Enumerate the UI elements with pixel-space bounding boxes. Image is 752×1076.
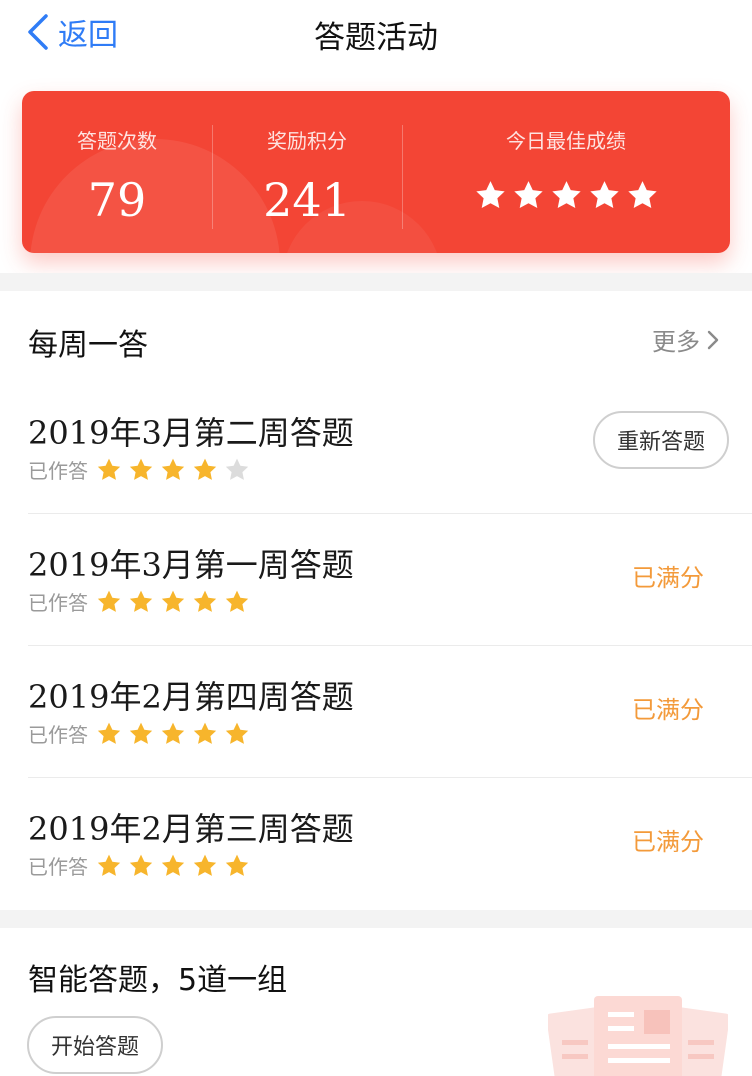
star-icon	[193, 590, 217, 612]
quiz-title: 2019年2月第四周答题	[28, 678, 354, 716]
star-icon	[225, 590, 249, 612]
stat-value: 241	[263, 173, 351, 227]
star-icon	[97, 854, 121, 876]
star-icon	[193, 722, 217, 744]
star-icon	[161, 722, 185, 744]
page-title: 答题活动	[314, 20, 438, 56]
stat-label: 答题次数	[77, 129, 157, 153]
star-icon	[225, 722, 249, 744]
answered-label: 已作答	[28, 459, 88, 483]
list-item[interactable]: 2019年3月第二周答题 已作答 重新答题	[0, 382, 752, 514]
start-quiz-button[interactable]: 开始答题	[27, 1016, 163, 1074]
star-icon	[551, 181, 581, 209]
retry-button[interactable]: 重新答题	[593, 411, 729, 469]
quiz-title: 2019年3月第二周答题	[28, 414, 354, 452]
star-icon	[97, 458, 121, 480]
stat-best-score: 今日最佳成绩	[402, 91, 730, 253]
star-icon	[225, 854, 249, 876]
best-score-stars	[402, 179, 730, 212]
smart-quiz-title: 智能答题，5道一组	[28, 963, 288, 998]
answered-label: 已作答	[28, 591, 88, 615]
star-icon	[589, 181, 619, 209]
full-score-label: 已满分	[632, 696, 704, 724]
quiz-title: 2019年2月第三周答题	[28, 810, 354, 848]
star-icon	[129, 854, 153, 876]
weekly-section-title: 每周一答	[28, 328, 148, 363]
star-icon	[129, 590, 153, 612]
nav-bar: 返回 答题活动	[0, 0, 752, 66]
stat-label: 今日最佳成绩	[506, 129, 626, 153]
quiz-paper-icon	[548, 996, 728, 1076]
star-icon	[161, 590, 185, 612]
full-score-label: 已满分	[632, 828, 704, 856]
answered-label: 已作答	[28, 723, 88, 747]
quiz-title: 2019年3月第一周答题	[28, 546, 354, 584]
stat-reward-points: 奖励积分 241	[212, 91, 402, 253]
more-link[interactable]: 更多	[652, 322, 720, 357]
rating-stars	[96, 853, 250, 879]
star-icon	[193, 854, 217, 876]
star-icon	[97, 722, 121, 744]
rating-stars	[96, 589, 250, 615]
list-item[interactable]: 2019年2月第四周答题 已作答 已满分	[0, 646, 752, 778]
stat-value: 79	[87, 173, 147, 227]
list-item[interactable]: 2019年2月第三周答题 已作答 已满分	[0, 778, 752, 910]
more-label: 更多	[652, 328, 700, 356]
star-icon	[627, 181, 657, 209]
answered-label: 已作答	[28, 855, 88, 879]
star-icon	[513, 181, 543, 209]
star-icon	[97, 590, 121, 612]
rating-stars	[96, 457, 250, 483]
star-icon	[475, 181, 505, 209]
star-icon	[193, 458, 217, 480]
star-icon	[161, 458, 185, 480]
rating-stars	[96, 721, 250, 747]
star-icon	[225, 458, 249, 480]
stat-answer-count: 答题次数 79	[22, 91, 212, 253]
stat-label: 奖励积分	[267, 129, 347, 153]
star-icon	[129, 458, 153, 480]
stats-card: 答题次数 79 奖励积分 241 今日最佳成绩	[22, 91, 730, 253]
chevron-right-icon	[707, 330, 719, 349]
list-item[interactable]: 2019年3月第一周答题 已作答 已满分	[0, 514, 752, 646]
star-icon	[129, 722, 153, 744]
section-divider	[0, 910, 752, 928]
section-divider	[0, 273, 752, 291]
full-score-label: 已满分	[632, 564, 704, 592]
star-icon	[161, 854, 185, 876]
